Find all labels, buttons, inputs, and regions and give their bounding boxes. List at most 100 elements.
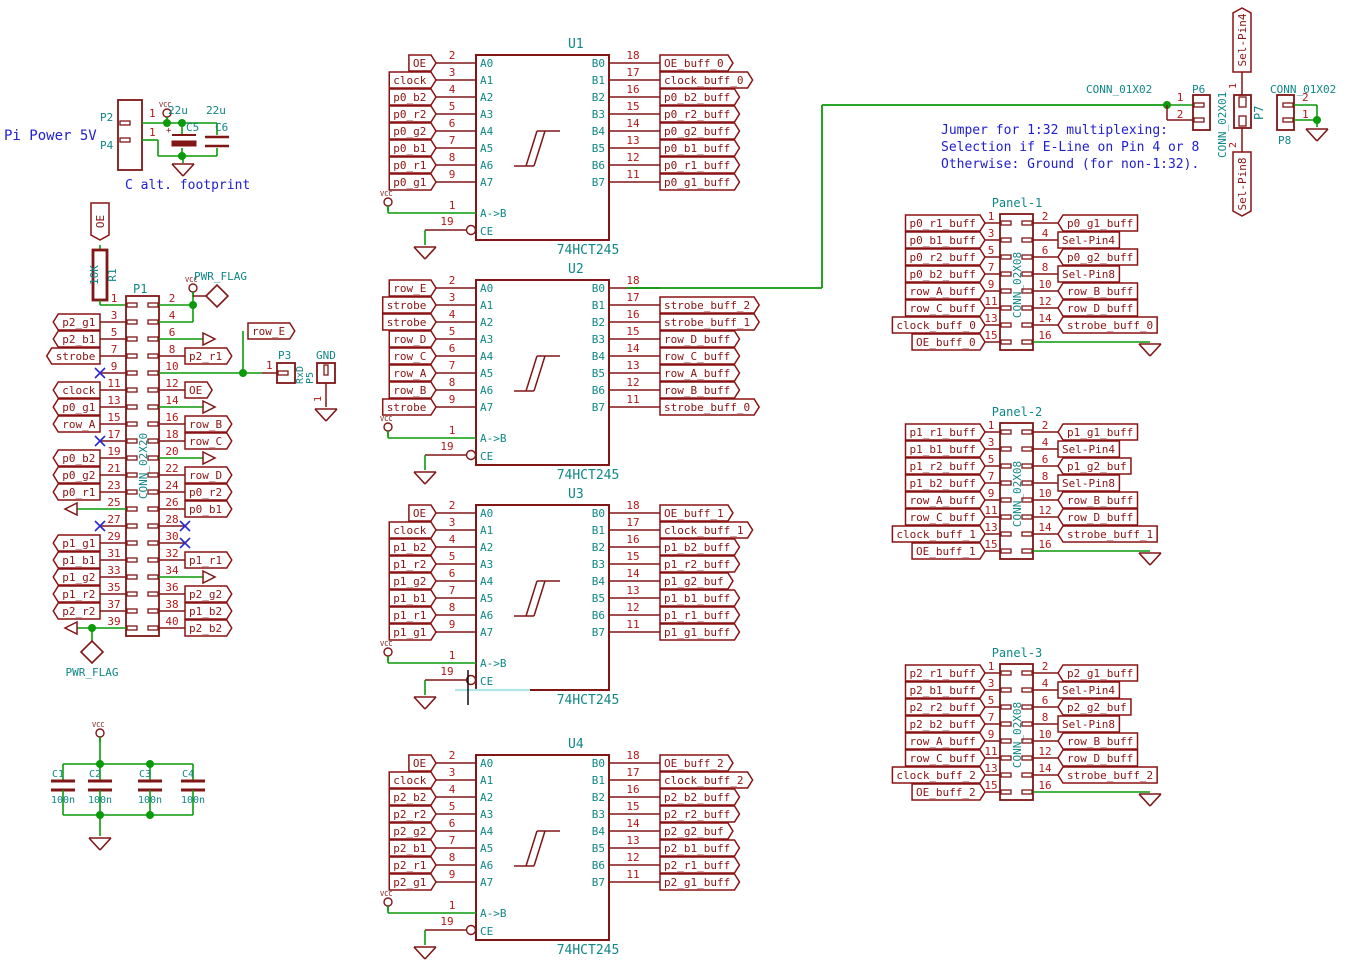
net-label[interactable]: p0_r2_buff [660, 106, 740, 122]
net-label[interactable]: OE_buff_0 [912, 334, 985, 350]
net-label[interactable]: strobe_buff_2 [660, 297, 759, 313]
net-label[interactable]: clock_buff_0 [892, 317, 985, 333]
net-label[interactable]: p1_r1 [389, 607, 436, 623]
net-label[interactable]: strobe [383, 314, 436, 330]
gnd-symbol[interactable] [315, 409, 337, 421]
net-label[interactable]: p1_g1_buff [1058, 424, 1138, 440]
net-label[interactable]: p0_r1 [389, 157, 436, 173]
net-label[interactable]: clock [389, 72, 436, 88]
net-label[interactable]: strobe [383, 399, 436, 415]
vcc-symbol[interactable]: VCC [92, 721, 105, 742]
pwr-flag-diamond[interactable] [81, 641, 103, 663]
net-label[interactable]: p0_r2 [185, 484, 232, 500]
net-label[interactable]: p1_r2_buff [660, 556, 740, 572]
net-label[interactable]: p2_b1_buff [906, 682, 986, 698]
net-label[interactable]: p0_r2 [389, 106, 436, 122]
net-label[interactable]: clock_buff_1 [892, 526, 985, 542]
net-label[interactable]: p0_g2 [53, 467, 100, 483]
net-label[interactable]: p0_r2_buff [906, 249, 986, 265]
net-label[interactable]: p2_b2_buff [906, 716, 986, 732]
connector-p8[interactable]: CONN_01X02P821 [1270, 83, 1336, 147]
net-label[interactable]: p1_b1 [53, 552, 100, 568]
net-label[interactable]: Sel-Pin4 [1058, 682, 1119, 698]
net-label[interactable]: clock [53, 382, 100, 398]
net-label[interactable]: p1_r1_buff [906, 424, 986, 440]
net-label[interactable]: row_D_buff [660, 331, 740, 347]
net-label[interactable]: row_B [389, 382, 436, 398]
net-label[interactable]: p2_b1 [389, 840, 436, 856]
net-label[interactable]: row_A_buff [906, 492, 986, 508]
net-label[interactable]: row_A_buff [906, 733, 986, 749]
net-label[interactable]: p1_g1 [53, 535, 100, 551]
vcc-symbol[interactable]: VCC [380, 415, 393, 436]
gnd-symbol[interactable] [414, 247, 436, 259]
net-label[interactable]: row_C_buff [660, 348, 740, 364]
net-label[interactable]: strobe [383, 297, 436, 313]
net-label[interactable]: row_A_buff [660, 365, 740, 381]
connector-body[interactable] [118, 100, 142, 170]
capacitor-c3[interactable]: C3100n [138, 764, 162, 815]
net-label[interactable]: clock [389, 522, 436, 538]
net-label[interactable]: OE_buff_2 [912, 784, 985, 800]
net-label[interactable]: row_C_buff [906, 300, 986, 316]
net-label[interactable]: p0_r1 [53, 484, 100, 500]
connector-p1[interactable]: P1CONN_02X2013p2_g15p2_b17strobe911clock… [47, 270, 295, 679]
net-label[interactable]: p2_g1_buff [1058, 665, 1138, 681]
net-label[interactable]: p2_g2 [389, 823, 436, 839]
net-label[interactable]: p1_r1_buff [660, 607, 740, 623]
net-label[interactable]: p1_b1 [389, 590, 436, 606]
vcc-symbol[interactable]: VCC [380, 640, 393, 661]
net-label[interactable]: p2_b2 [389, 789, 436, 805]
net-label[interactable]: p2_r2_buff [660, 806, 740, 822]
net-label[interactable]: row_C_buff [906, 509, 986, 525]
gnd-symbol[interactable] [414, 472, 436, 484]
net-label[interactable]: p2_g1 [53, 314, 100, 330]
gnd-symbol[interactable] [1139, 794, 1161, 806]
net-label[interactable]: Sel-Pin4 [1058, 232, 1119, 248]
net-label[interactable]: p0_b1 [389, 140, 436, 156]
net-label[interactable]: p0_b2 [53, 450, 100, 466]
ic-u3[interactable]: U374HCT2452A0OE3A1clock4A2p1_b25A3p1_r26… [380, 487, 753, 709]
connector-p7[interactable]: Sel-Pin41CONN_02X01P72Sel-Pin8 [1216, 8, 1266, 216]
net-label[interactable]: p0_g2_buff [1058, 249, 1138, 265]
net-label[interactable]: clock_buff_1 [660, 522, 753, 538]
ic-u1[interactable]: U174HCT2452A0OE3A1clock4A2p0_b25A3p0_r26… [380, 37, 753, 259]
connector-panel-1[interactable]: Panel-1CONN_02X081p0_r1_buff3p0_b1_buff5… [892, 196, 1161, 356]
net-label[interactable]: clock [389, 772, 436, 788]
net-label[interactable]: p1_b1_buff [906, 441, 986, 457]
net-label[interactable]: p2_g2_buf [660, 823, 733, 839]
ic-u2[interactable]: U274HCT2452A0row_E3A1strobe4A2strobe5A3r… [380, 262, 759, 484]
net-label[interactable]: p2_g2_buf [1058, 699, 1131, 715]
connector-panel-2[interactable]: Panel-2CONN_02X081p1_r1_buff3p1_b1_buff5… [892, 405, 1161, 565]
net-label[interactable]: p2_b1 [53, 331, 100, 347]
net-label[interactable]: p2_r1_buff [660, 857, 740, 873]
net-label[interactable]: row_D [185, 467, 232, 483]
net-label[interactable]: row_C_buff [906, 750, 986, 766]
net-label[interactable]: row_B_buff [1058, 283, 1138, 299]
net-label[interactable]: p1_r2 [53, 586, 100, 602]
capacitor-c2[interactable]: C2100n [88, 764, 112, 815]
net-label[interactable]: p0_g1 [53, 399, 100, 415]
gnd-symbol[interactable] [172, 164, 194, 176]
net-label[interactable]: p0_g1_buff [660, 174, 740, 190]
net-label[interactable]: row_B_buff [1058, 733, 1138, 749]
connector-body[interactable] [1193, 95, 1210, 130]
gnd-symbol[interactable] [414, 947, 436, 959]
net-label[interactable]: strobe_buff_0 [1058, 317, 1157, 333]
net-label[interactable]: p2_g1_buff [660, 874, 740, 890]
net-label[interactable]: strobe_buff_0 [660, 399, 759, 415]
capacitor-c4[interactable]: C4100n [181, 764, 205, 815]
net-label[interactable]: strobe_buff_1 [1058, 526, 1157, 542]
net-label[interactable]: p2_g1 [389, 874, 436, 890]
net-label[interactable]: Sel-Pin8 [1058, 716, 1119, 732]
gnd-symbol[interactable] [1139, 344, 1161, 356]
net-label[interactable]: row_A [389, 365, 436, 381]
connector-body[interactable] [317, 363, 335, 383]
connector-body[interactable] [1277, 95, 1294, 130]
net-label[interactable]: p0_b2_buff [660, 89, 740, 105]
connector-body[interactable] [1234, 95, 1251, 128]
net-label[interactable]: OE [409, 505, 436, 521]
net-label[interactable]: p2_r1_buff [906, 665, 986, 681]
net-label-vertical[interactable]: Sel-Pin4 [1233, 8, 1251, 72]
net-label[interactable]: p1_g2_buf [1058, 458, 1131, 474]
